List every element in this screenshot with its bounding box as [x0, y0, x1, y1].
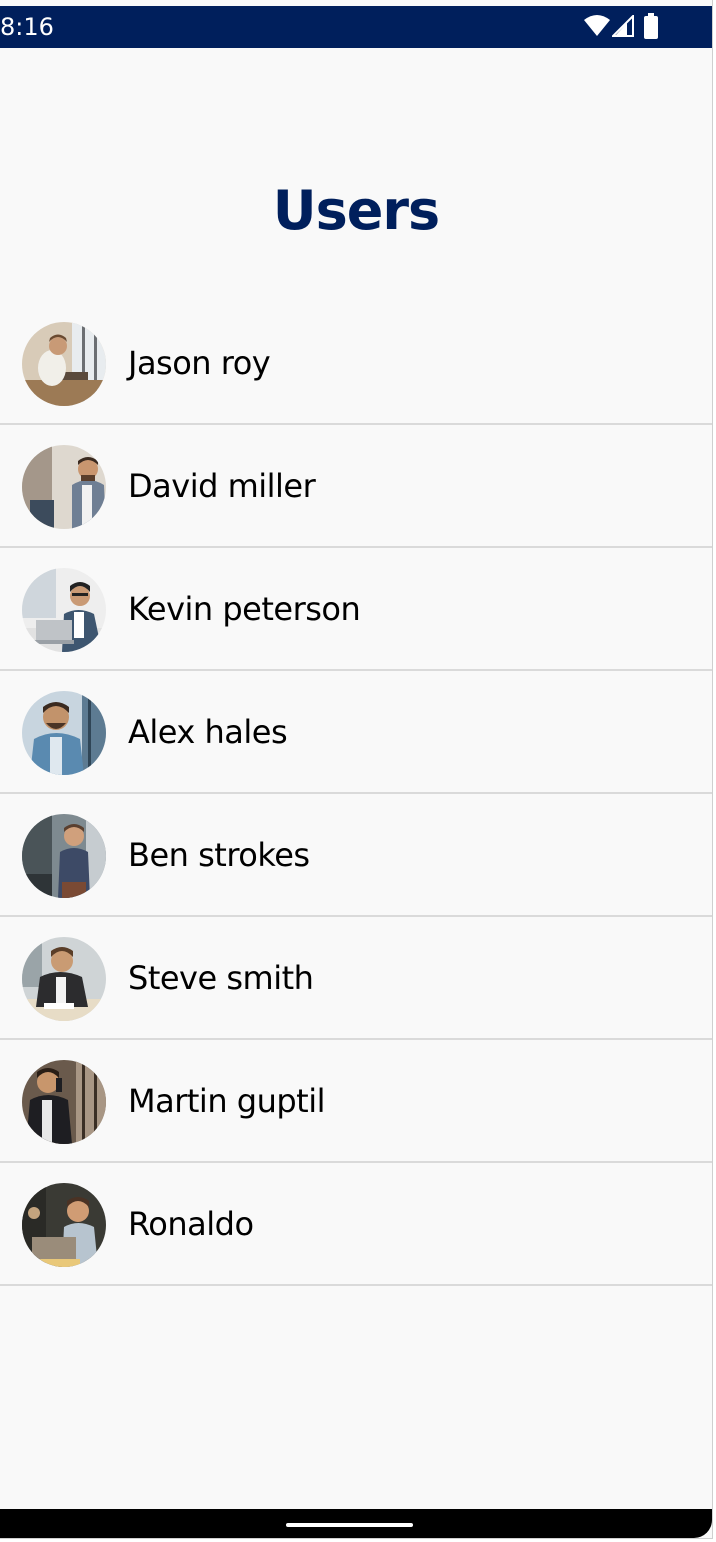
user-row-ben-strokes[interactable]: Ben strokes — [0, 794, 712, 917]
user-row-kevin-peterson[interactable]: Kevin peterson — [0, 548, 712, 671]
status-bar: 8:16 — [0, 6, 712, 48]
avatar — [22, 691, 106, 775]
status-icons — [584, 13, 664, 41]
user-name: Martin guptil — [128, 1082, 326, 1120]
page-title: Users — [272, 179, 440, 243]
user-name: Jason roy — [128, 344, 271, 382]
navigation-bar — [0, 1509, 712, 1538]
user-list: Jason roy David miller Kevin peterson Al… — [0, 302, 712, 1286]
user-row-david-miller[interactable]: David miller — [0, 425, 712, 548]
user-row-steve-smith[interactable]: Steve smith — [0, 917, 712, 1040]
phone-screen: 8:16 Users Jason roy David miller Kevin … — [0, 0, 713, 1539]
status-time: 8:16 — [0, 13, 54, 41]
user-row-martin-guptil[interactable]: Martin guptil — [0, 1040, 712, 1163]
user-name: Kevin peterson — [128, 590, 361, 628]
avatar — [22, 814, 106, 898]
avatar — [22, 1060, 106, 1144]
user-row-ronaldo[interactable]: Ronaldo — [0, 1163, 712, 1286]
avatar — [22, 1183, 106, 1267]
user-name: Steve smith — [128, 959, 314, 997]
avatar — [22, 445, 106, 529]
avatar — [22, 322, 106, 406]
user-row-jason-roy[interactable]: Jason roy — [0, 302, 712, 425]
cellular-signal-icon — [612, 15, 634, 37]
wifi-icon — [584, 15, 610, 36]
user-name: David miller — [128, 467, 316, 505]
user-name: Alex hales — [128, 713, 288, 751]
avatar — [22, 937, 106, 1021]
user-name: Ronaldo — [128, 1205, 254, 1243]
user-row-alex-hales[interactable]: Alex hales — [0, 671, 712, 794]
battery-icon — [644, 13, 658, 39]
home-handle-icon[interactable] — [286, 1523, 413, 1527]
user-name: Ben strokes — [128, 836, 310, 874]
avatar — [22, 568, 106, 652]
